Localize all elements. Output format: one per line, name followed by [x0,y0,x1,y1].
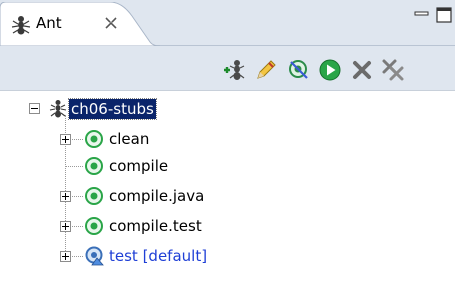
target-label[interactable]: clean [109,129,149,149]
collapse-toggle[interactable] [29,103,40,114]
ant-icon [11,16,31,35]
tree-item[interactable]: compile.java [0,184,220,208]
expand-toggle[interactable] [60,134,71,145]
tree-item[interactable]: compile [0,154,220,178]
ant-view-tab[interactable]: Ant [0,2,160,46]
expand-toggle[interactable] [60,221,71,232]
close-icon[interactable] [103,15,119,31]
default-target-icon [85,246,104,266]
tab-label: Ant [36,14,62,32]
add-buildfile-icon[interactable] [222,58,246,82]
tree-item-default[interactable]: test [default] [0,244,240,268]
root-label[interactable]: ch06-stubs [68,98,157,120]
target-label[interactable]: compile.java [109,186,204,206]
remove-all-icon[interactable] [381,58,405,82]
hide-internal-targets-icon[interactable] [287,58,311,82]
target-icon [85,187,103,205]
expand-toggle[interactable] [60,191,71,202]
tree-root[interactable]: ch06-stubs [0,97,220,121]
expand-toggle[interactable] [60,251,71,262]
target-icon [85,130,103,148]
run-icon[interactable] [318,58,342,82]
search-buildfile-icon[interactable] [254,58,278,82]
buildfile-tree: ch06-stubs clean compile compile.java co… [0,90,455,305]
target-icon [85,217,103,235]
view-toolbar [0,46,455,90]
remove-icon[interactable] [350,58,374,82]
view-tab-bar: Ant [0,0,455,46]
maximize-icon[interactable] [435,6,453,24]
target-label[interactable]: compile [109,156,168,176]
tree-item[interactable]: clean [0,127,220,151]
target-label[interactable]: compile.test [109,216,202,236]
minimize-icon[interactable] [413,6,431,24]
ant-icon [49,100,67,118]
tree-item[interactable]: compile.test [0,214,220,238]
target-icon [85,157,103,175]
default-target-label[interactable]: test [default] [109,246,207,266]
